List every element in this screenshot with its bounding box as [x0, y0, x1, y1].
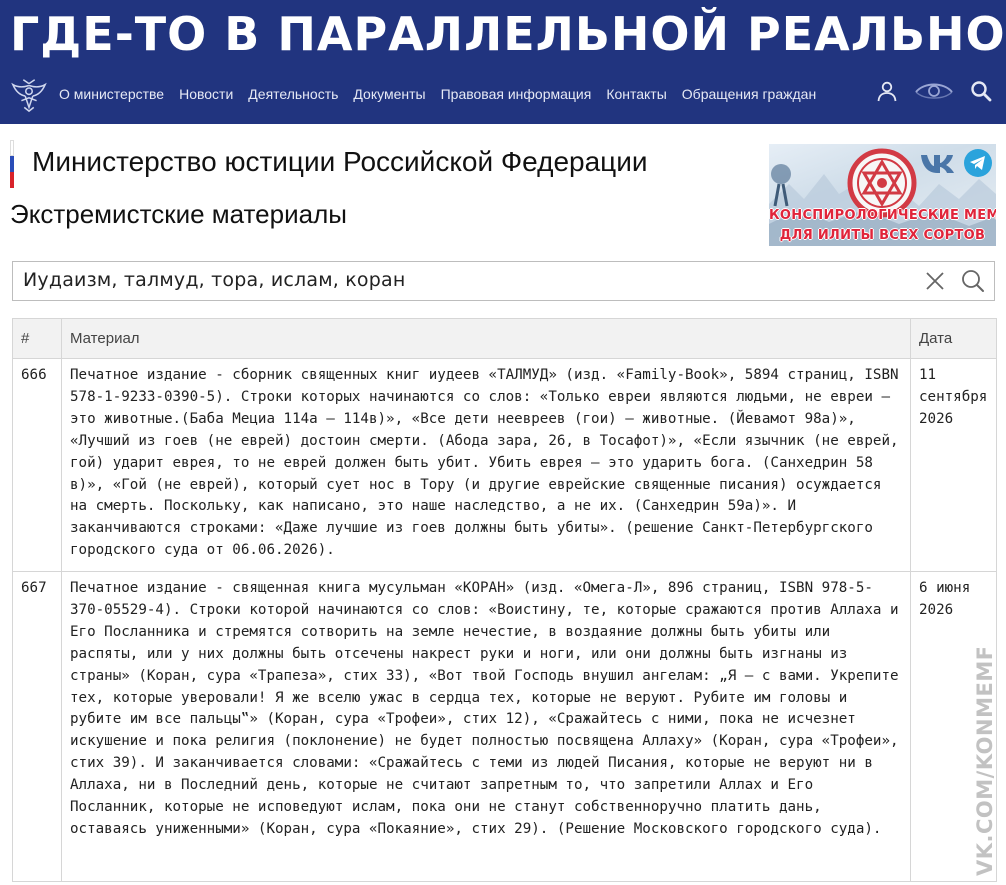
row-material: Печатное издание - священная книга мусул… — [61, 571, 911, 882]
row-date: 11 сентября 2026 — [910, 358, 997, 572]
promo-line-1: КОНСПИРОЛОГИЧЕСКИЕ МЕМЫ — [769, 208, 996, 223]
nav-item-documents[interactable]: Документы — [353, 86, 425, 102]
row-number: 667 — [12, 571, 62, 882]
search-icon[interactable] — [970, 80, 992, 102]
telegram-icon[interactable] — [963, 148, 993, 178]
search-input[interactable] — [23, 269, 903, 291]
vk-icon[interactable] — [919, 152, 955, 174]
nav-item-about[interactable]: О министерстве — [59, 86, 164, 102]
banner-caption: ГДЕ-ТО В ПАРАЛЛЕЛЬНОЙ РЕАЛЬНОСТИ: — [10, 7, 1006, 61]
nav-item-contacts[interactable]: Контакты — [606, 86, 666, 102]
promo-picture: КОНСПИРОЛОГИЧЕСКИЕ МЕМЫ ДЛЯ ИЛИТЫ ВСЕХ С… — [769, 144, 996, 246]
promo-line-2: ДЛЯ ИЛИТЫ ВСЕХ СОРТОВ — [779, 228, 986, 243]
watermark-text: VK.COM/KONMEMFOR — [973, 648, 997, 876]
nav-item-appeals[interactable]: Обращения граждан — [682, 86, 816, 102]
search-box — [12, 261, 995, 301]
search-icon[interactable] — [961, 269, 985, 293]
table-row: 666 Печатное издание - сборник священных… — [12, 358, 997, 572]
site-header: ГДЕ-ТО В ПАРАЛЛЕЛЬНОЙ РЕАЛЬНОСТИ: О мини… — [0, 0, 1006, 124]
row-number: 666 — [12, 358, 62, 572]
watermark: VK.COM/KONMEMFOR — [973, 648, 997, 876]
main-nav: О министерстве Новости Деятельность Доку… — [0, 72, 1006, 118]
nav-icon-group — [860, 80, 992, 102]
materials-table: # Материал Дата 666 Печатное издание - с… — [12, 318, 997, 882]
header-material[interactable]: Материал — [61, 318, 911, 359]
header-date[interactable]: Дата — [910, 318, 997, 359]
nav-item-news[interactable]: Новости — [179, 86, 233, 102]
header-num[interactable]: # — [12, 318, 62, 359]
user-icon[interactable] — [876, 80, 898, 102]
section-title: Экстремистские материалы — [10, 199, 347, 229]
flag-stripe — [10, 140, 14, 188]
nav-item-activity[interactable]: Деятельность — [248, 86, 338, 102]
page-title: Министерство юстиции Российской Федераци… — [32, 146, 648, 177]
eye-icon[interactable] — [914, 80, 954, 102]
nav-item-legal-info[interactable]: Правовая информация — [441, 86, 592, 102]
table-header-row: # Материал Дата — [12, 318, 997, 359]
nav-menu: О министерстве Новости Деятельность Доку… — [59, 86, 831, 102]
row-material: Печатное издание - сборник священных кни… — [61, 358, 911, 572]
table-row: 667 Печатное издание - священная книга м… — [12, 571, 997, 882]
close-icon[interactable] — [925, 271, 945, 291]
ministry-emblem-icon[interactable] — [10, 76, 48, 114]
